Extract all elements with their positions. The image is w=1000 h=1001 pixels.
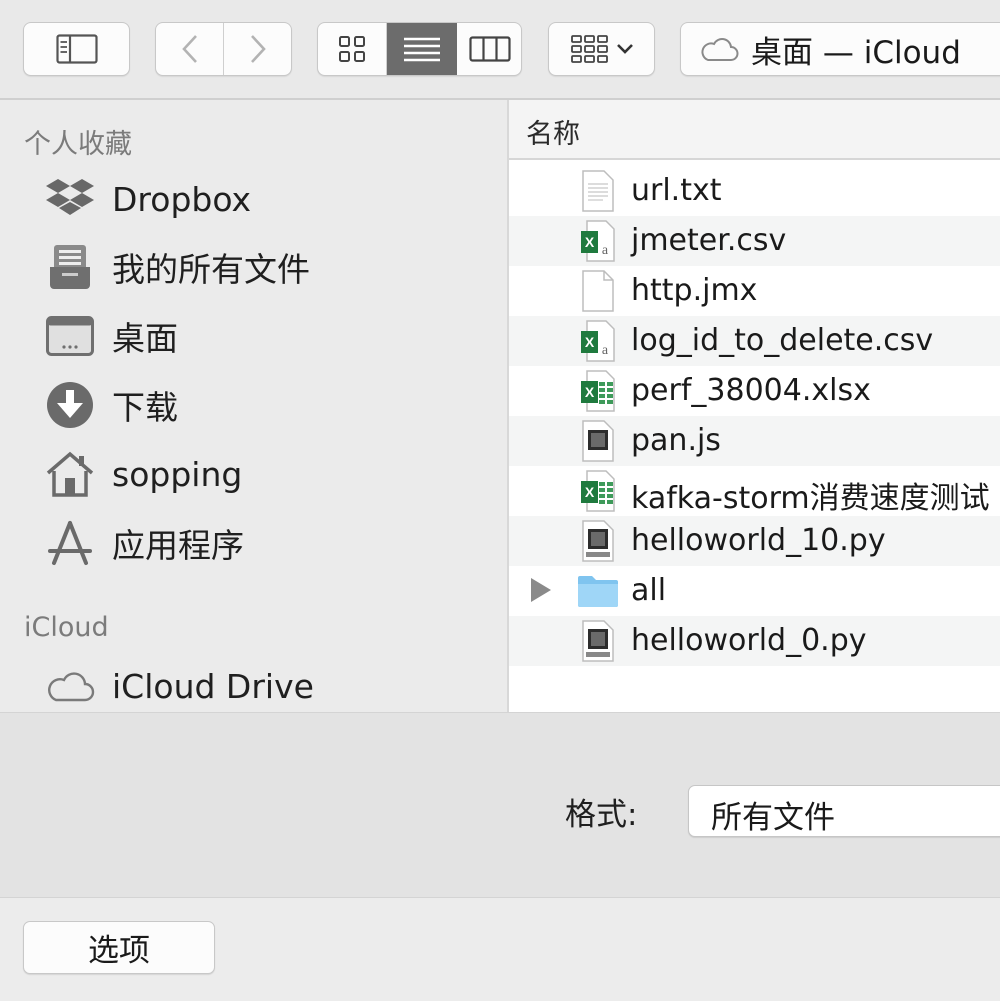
file-row[interactable]: helloworld_0.py xyxy=(509,616,1000,666)
favorites-header: 个人收藏 xyxy=(24,129,132,160)
file-row[interactable]: X kafka-storm消费速度测试 xyxy=(509,466,1000,516)
options-button-label: 选项 xyxy=(88,933,150,969)
arrange-button[interactable] xyxy=(548,22,655,76)
sidebar: 个人收藏 Dropbox 我的所有文件 桌面 下载 sopping 应用程序 i… xyxy=(0,100,509,712)
sidebar-item-dropbox[interactable]: Dropbox xyxy=(44,169,484,229)
folder-row[interactable]: all xyxy=(509,566,1000,616)
file-name: helloworld_0.py xyxy=(631,623,867,658)
file-name: helloworld_10.py xyxy=(631,523,886,558)
file-row[interactable]: X a log_id_to_delete.csv xyxy=(509,316,1000,366)
sidebar-icon xyxy=(55,34,98,64)
file-name: http.jmx xyxy=(631,273,758,308)
column-view-icon xyxy=(469,36,511,62)
toolbar: 桌面 — iCloud xyxy=(0,0,1000,100)
sidebar-item-label: 应用程序 xyxy=(112,526,244,565)
format-select[interactable]: 所有文件 xyxy=(688,785,1000,837)
svg-text:X: X xyxy=(585,334,595,350)
back-button[interactable] xyxy=(156,23,224,75)
file-name: pan.js xyxy=(631,423,721,458)
blank-file-icon xyxy=(582,270,614,312)
sidebar-item-label: 桌面 xyxy=(112,319,178,358)
file-name: url.txt xyxy=(631,173,722,208)
dropbox-icon xyxy=(46,179,94,215)
options-button[interactable]: 选项 xyxy=(23,921,215,974)
file-row[interactable]: X perf_38004.xlsx xyxy=(509,366,1000,416)
sidebar-item-all-files[interactable]: 我的所有文件 xyxy=(44,237,484,297)
folder-icon xyxy=(578,576,618,607)
file-name: log_id_to_delete.csv xyxy=(631,323,934,358)
applications-icon xyxy=(48,521,92,565)
cloud-icon xyxy=(48,672,95,702)
sidebar-item-label: 下载 xyxy=(112,388,178,427)
svg-text:X: X xyxy=(585,234,595,250)
download-icon xyxy=(47,382,93,428)
icloud-header: iCloud xyxy=(24,612,109,643)
icon-view-button[interactable] xyxy=(318,23,387,75)
text-file-icon xyxy=(582,170,614,212)
file-name: jmeter.csv xyxy=(631,223,787,258)
location-title: 桌面 — iCloud xyxy=(751,34,961,71)
python-file-icon xyxy=(582,620,614,662)
sidebar-item-applications[interactable]: 应用程序 xyxy=(44,513,484,573)
format-panel: 格式: 所有文件 xyxy=(0,712,1000,898)
svg-text:X: X xyxy=(585,384,595,400)
sidebar-item-desktop[interactable]: 桌面 xyxy=(44,306,484,366)
arrange-grid-icon xyxy=(570,35,608,63)
column-view-button[interactable] xyxy=(457,23,521,75)
column-header-label: 名称 xyxy=(526,119,580,150)
file-row[interactable]: helloworld_10.py xyxy=(509,516,1000,566)
sidebar-item-label: iCloud Drive xyxy=(112,666,314,706)
svg-text:X: X xyxy=(585,484,595,500)
sidebar-item-label: Dropbox xyxy=(112,179,252,219)
chevron-right-icon xyxy=(251,35,266,63)
disclosure-triangle-icon[interactable] xyxy=(531,578,551,602)
home-icon xyxy=(46,451,94,497)
svg-text:a: a xyxy=(602,243,609,258)
format-select-value: 所有文件 xyxy=(711,800,835,836)
desktop-icon xyxy=(46,316,94,356)
file-row[interactable]: pan.js xyxy=(509,416,1000,466)
excel-file-icon: X xyxy=(581,370,615,412)
all-files-icon xyxy=(50,245,90,289)
file-list: 名称 url.txt X a jmeter.csv http.jmx X a l… xyxy=(509,100,1000,712)
column-header-name[interactable]: 名称 xyxy=(509,100,1000,160)
file-name: kafka-storm消费速度测试 xyxy=(631,481,990,516)
dialog-footer: 选项 xyxy=(0,897,1000,1001)
chevron-left-icon xyxy=(181,35,197,63)
file-name: all xyxy=(631,573,667,608)
svg-text:a: a xyxy=(602,343,609,358)
chevron-down-icon xyxy=(616,44,633,54)
csv-file-icon: X a xyxy=(581,320,615,362)
file-name: perf_38004.xlsx xyxy=(631,373,871,408)
sidebar-item-icloud-drive[interactable]: iCloud Drive xyxy=(44,656,484,716)
list-view-button[interactable] xyxy=(387,23,457,75)
file-row[interactable]: http.jmx xyxy=(509,266,1000,316)
file-row[interactable]: url.txt xyxy=(509,166,1000,216)
sidebar-toggle-button[interactable] xyxy=(23,22,130,76)
format-label: 格式: xyxy=(565,797,638,833)
file-row[interactable]: X a jmeter.csv xyxy=(509,216,1000,266)
list-view-icon xyxy=(404,37,440,62)
sidebar-item-label: 我的所有文件 xyxy=(112,250,310,289)
excel-file-icon: X xyxy=(581,470,615,512)
icon-view-icon xyxy=(339,36,365,62)
navigation-buttons xyxy=(155,22,292,76)
csv-file-icon: X a xyxy=(581,220,615,262)
python-file-icon xyxy=(582,520,614,562)
location-popup[interactable]: 桌面 — iCloud xyxy=(680,22,1000,76)
sidebar-item-home[interactable]: sopping xyxy=(44,444,484,504)
sidebar-item-label: sopping xyxy=(112,454,243,494)
js-file-icon xyxy=(582,420,614,462)
forward-button[interactable] xyxy=(224,23,292,75)
sidebar-item-downloads[interactable]: 下载 xyxy=(44,375,484,435)
cloud-icon xyxy=(701,38,739,61)
view-mode-control xyxy=(317,22,522,76)
